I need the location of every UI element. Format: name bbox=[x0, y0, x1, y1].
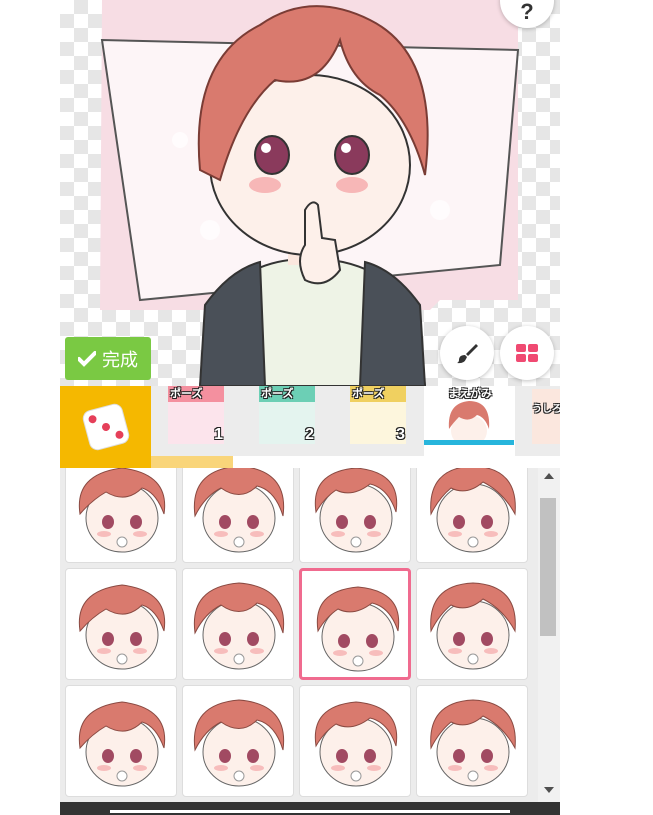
hair-option-preview bbox=[314, 701, 398, 787]
hair-option[interactable] bbox=[65, 468, 177, 563]
bottom-bar-line bbox=[110, 810, 510, 813]
hair-option-preview bbox=[430, 582, 516, 670]
tab-pose-1[interactable]: ポーズ 1 bbox=[151, 386, 242, 456]
bottom-bar bbox=[60, 802, 560, 815]
tab-pose-2[interactable]: ポーズ 2 bbox=[242, 386, 333, 456]
scrollbar-thumb[interactable] bbox=[540, 498, 556, 636]
avatar-preview: ? 完成 bbox=[60, 0, 560, 386]
tab-label: ポーズ bbox=[168, 386, 224, 402]
active-tab-indicator bbox=[424, 440, 514, 445]
hair-option[interactable] bbox=[182, 568, 294, 680]
tab-label: まえがみ bbox=[448, 387, 492, 400]
hair-option[interactable] bbox=[299, 468, 411, 563]
tab-pose-3[interactable]: ポーズ 3 bbox=[333, 386, 424, 456]
tab-scroll-progress-fill bbox=[151, 456, 233, 468]
hair-option[interactable] bbox=[416, 568, 528, 680]
grid-icon bbox=[516, 344, 538, 362]
done-label: 完成 bbox=[102, 349, 138, 371]
hair-option-preview bbox=[193, 699, 285, 787]
hair-option[interactable] bbox=[182, 685, 294, 797]
tab-back-hair[interactable]: うしろがみ bbox=[515, 386, 560, 456]
hair-option-preview bbox=[78, 701, 166, 787]
hair-option[interactable] bbox=[182, 468, 294, 563]
done-button[interactable]: 完成 bbox=[65, 337, 151, 380]
brush-button[interactable] bbox=[440, 326, 494, 380]
hair-option[interactable] bbox=[299, 685, 411, 797]
tab-bangs[interactable]: まえがみ bbox=[424, 386, 515, 456]
tab-scroll-progress bbox=[151, 456, 560, 468]
scrollbar[interactable] bbox=[538, 468, 560, 802]
hair-option-preview bbox=[193, 582, 285, 670]
check-icon bbox=[78, 350, 96, 367]
scroll-down-arrow-icon[interactable] bbox=[544, 787, 554, 793]
tab-label: うしろがみ bbox=[532, 404, 560, 415]
tab-label: ポーズ bbox=[350, 386, 406, 402]
option-grid-panel bbox=[60, 468, 560, 802]
tab-number: 1 bbox=[214, 426, 223, 443]
character-portrait bbox=[100, 0, 520, 386]
hair-option-preview bbox=[193, 468, 285, 553]
hair-option[interactable] bbox=[416, 468, 528, 563]
scroll-up-arrow-icon[interactable] bbox=[544, 473, 554, 479]
help-label: ? bbox=[520, 0, 534, 24]
hair-option-preview bbox=[430, 468, 516, 553]
hair-option-preview bbox=[78, 468, 166, 553]
hair-option-preview bbox=[430, 699, 516, 787]
hair-option[interactable] bbox=[65, 568, 177, 680]
hair-option-preview bbox=[314, 468, 398, 553]
hair-option[interactable] bbox=[65, 685, 177, 797]
randomize-button[interactable] bbox=[60, 386, 151, 468]
category-tab-bar: ポーズ 1 ポーズ 2 ポーズ 3 まえがみ うしろがみ bbox=[60, 386, 560, 468]
hair-option-preview bbox=[316, 586, 400, 672]
tab-label: ポーズ bbox=[259, 386, 315, 402]
app-window: ? 完成 ポーズ 1 ポーズ 2 ポーズ 3 まえがみ うしろ bbox=[60, 0, 560, 815]
hair-option[interactable] bbox=[416, 685, 528, 797]
dice-icon bbox=[82, 403, 129, 451]
hair-option-preview bbox=[78, 584, 166, 670]
brush-icon bbox=[457, 344, 478, 364]
tab-number: 3 bbox=[396, 426, 405, 443]
layout-toggle-button[interactable] bbox=[500, 326, 554, 380]
hair-option[interactable] bbox=[299, 568, 411, 680]
tab-number: 2 bbox=[305, 426, 314, 443]
